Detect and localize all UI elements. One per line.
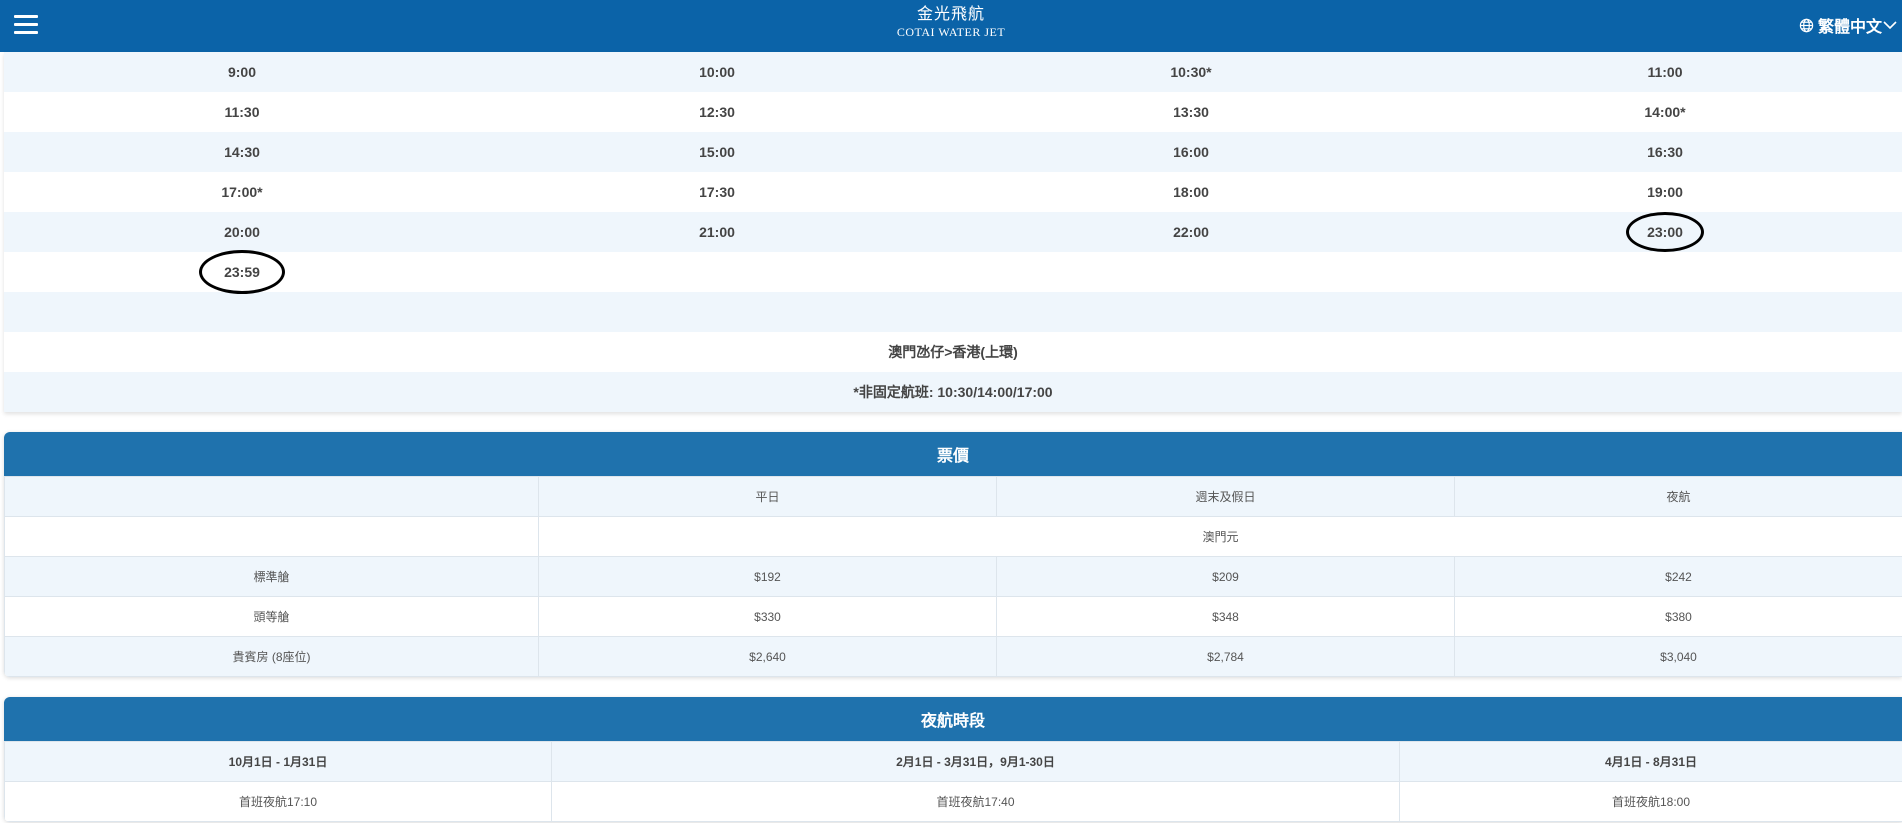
table-header: 10月1日 - 1月31日: [4, 741, 552, 782]
table-row: 標準艙 $192 $209 $242: [4, 556, 1902, 597]
table-cell: $2,640: [538, 636, 997, 677]
table-header: [4, 476, 539, 517]
night-sailings-title: 夜航時段: [4, 697, 1902, 741]
route-label: 澳門氹仔>香港(上環): [888, 344, 1018, 360]
departure-time-circled: 23:00: [1428, 224, 1902, 240]
fares-table: 平日 週末及假日 夜航 澳門元 標準艙 $192 $209 $242 頭等艙 $…: [4, 476, 1902, 677]
table-header: 夜航: [1454, 476, 1902, 517]
fares-title: 票價: [4, 432, 1902, 476]
night-sailings-table: 10月1日 - 1月31日 2月1日 - 3月31日，9月1-30日 4月1日 …: [4, 741, 1902, 822]
schedule-row: 11:30 12:30 13:30 14:00*: [4, 92, 1902, 132]
schedule-row: 20:00 21:00 22:00 23:00: [4, 212, 1902, 252]
departure-schedule: 9:00 10:00 10:30* 11:00 11:30 12:30 13:3…: [4, 52, 1902, 412]
departure-time: 14:00*: [1644, 104, 1686, 120]
fares-card: 票價 平日 週末及假日 夜航 澳門元 標準艙 $192 $209 $242 頭等…: [4, 432, 1902, 677]
table-cell: $3,040: [1454, 636, 1902, 677]
top-header: 金光飛航 COTAI WATER JET 繁體中文: [0, 0, 1902, 52]
departure-time: 13:30: [1173, 104, 1209, 120]
table-cell: 頭等艙: [4, 596, 539, 637]
table-cell: 首班夜航18:00: [1399, 781, 1902, 822]
schedule-row: 23:59: [4, 252, 1902, 292]
non-fixed-note: *非固定航班: 10:30/14:00/17:00: [4, 372, 1902, 412]
table-cell: $192: [538, 556, 997, 597]
table-header: 週末及假日: [996, 476, 1455, 517]
table-cell: $2,784: [996, 636, 1455, 677]
brand-logo[interactable]: 金光飛航 COTAI WATER JET: [897, 6, 1005, 40]
table-cell: $209: [996, 556, 1455, 597]
departure-time: 21:00: [699, 224, 735, 240]
departure-time: 19:00: [1647, 184, 1683, 200]
table-cell: $348: [996, 596, 1455, 637]
departure-time: 15:00: [699, 144, 735, 160]
table-cell: $330: [538, 596, 997, 637]
menu-icon[interactable]: [14, 15, 38, 35]
table-cell: 首班夜航17:40: [551, 781, 1400, 822]
departure-time: 16:00: [1173, 144, 1209, 160]
departure-time: 18:00: [1173, 184, 1209, 200]
schedule-row: 14:30 15:00 16:00 16:30: [4, 132, 1902, 172]
table-cell: [4, 516, 539, 557]
table-cell: $242: [1454, 556, 1902, 597]
table-header-row: 平日 週末及假日 夜航: [4, 476, 1902, 517]
departure-time: 11:30: [224, 104, 260, 120]
schedule-row: 17:00* 17:30 18:00 19:00: [4, 172, 1902, 212]
table-header-row: 10月1日 - 1月31日 2月1日 - 3月31日，9月1-30日 4月1日 …: [4, 741, 1902, 782]
table-cell: 首班夜航17:10: [4, 781, 552, 822]
departure-time-circled: 23:59: [4, 264, 480, 280]
table-cell: $380: [1454, 596, 1902, 637]
currency-label: 澳門元: [538, 516, 1902, 557]
departure-time: 22:00: [1173, 224, 1209, 240]
departure-time: 14:30: [224, 144, 260, 160]
departure-time: 20:00: [224, 224, 260, 240]
table-cell: 標準艙: [4, 556, 539, 597]
departure-time: 10:00: [699, 64, 735, 80]
table-header: 平日: [538, 476, 997, 517]
chevron-down-icon: [1883, 21, 1897, 30]
table-row: 貴賓房 (8座位) $2,640 $2,784 $3,040: [4, 636, 1902, 677]
brand-name-zh: 金光飛航: [916, 6, 985, 23]
table-row: 澳門元: [4, 516, 1902, 557]
language-selector[interactable]: 繁體中文: [1799, 13, 1902, 37]
departure-time: 12:30: [699, 104, 735, 120]
departure-time: 11:00: [1647, 64, 1683, 80]
departure-time: 17:00*: [221, 184, 263, 200]
language-label: 繁體中文: [1817, 19, 1882, 36]
table-header: 4月1日 - 8月31日: [1399, 741, 1902, 782]
brand-name-en: COTAI WATER JET: [896, 25, 1006, 39]
table-cell: 貴賓房 (8座位): [4, 636, 539, 677]
departure-time: 17:30: [699, 184, 735, 200]
schedule-row-empty: [4, 292, 1902, 332]
table-row: 頭等艙 $330 $348 $380: [4, 596, 1902, 637]
schedule-row: 9:00 10:00 10:30* 11:00: [4, 52, 1902, 92]
departure-time: 10:30*: [1170, 64, 1212, 80]
globe-icon: [1799, 18, 1814, 32]
departure-time: 9:00: [227, 64, 257, 80]
table-header: 2月1日 - 3月31日，9月1-30日: [551, 741, 1400, 782]
table-row: 首班夜航17:10 首班夜航17:40 首班夜航18:00: [4, 781, 1902, 822]
departure-time: 16:30: [1647, 144, 1683, 160]
night-sailings-card: 夜航時段 10月1日 - 1月31日 2月1日 - 3月31日，9月1-30日 …: [4, 697, 1902, 822]
